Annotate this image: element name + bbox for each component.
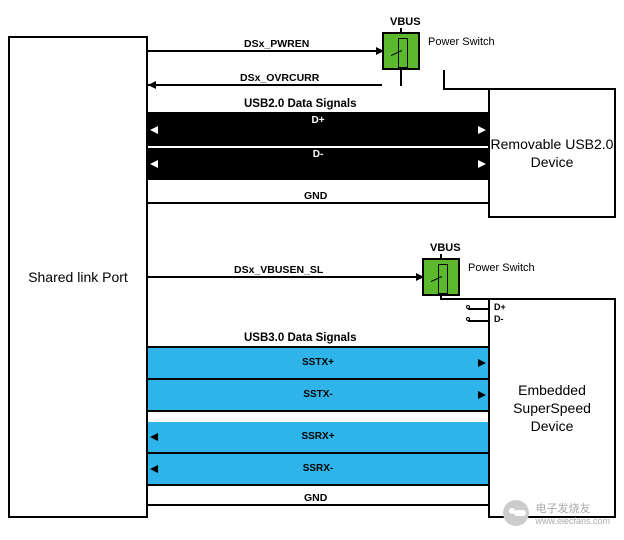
usb3-header: USB3.0 Data Signals	[244, 332, 356, 344]
ssrxm-arrow-l	[150, 465, 158, 473]
vbusen-arrow-r	[416, 273, 424, 281]
watermark-brand: 电子发烧友	[535, 500, 610, 516]
sep1	[148, 378, 488, 380]
vbusen-line	[148, 276, 422, 278]
usb2-dp-band: D+	[148, 114, 488, 146]
vbus-label-1: VBUS	[390, 16, 421, 28]
shared-link-port-block: Shared link Port	[8, 36, 148, 518]
ss-dm-dot	[466, 317, 470, 321]
usb2-gnd-line	[148, 202, 488, 204]
ovrcurr-stub-v	[400, 70, 402, 86]
ps2-to-device-h	[440, 298, 490, 300]
dp-arrow-l	[150, 126, 158, 134]
ss-dm-stub	[468, 320, 490, 322]
watermark: 电子发烧友 www.elecfans.com	[503, 500, 610, 526]
pwren-line	[148, 50, 382, 52]
power-switch-2	[422, 258, 460, 296]
switch-body-icon-2	[438, 264, 448, 294]
ovrcurr-label: DSx_OVRCURR	[240, 72, 319, 84]
ps1-to-device-h	[443, 88, 490, 90]
sstxp-band: SSTX+	[148, 348, 488, 378]
sstxm-label: SSTX-	[303, 389, 332, 400]
usb2-device-label: Removable USB2.0 Device	[491, 135, 614, 171]
pwren-label: DSx_PWREN	[244, 38, 309, 50]
power-switch-1	[382, 32, 420, 70]
pwren-arrow-r	[376, 47, 384, 55]
sstxm-arrow-r	[478, 391, 486, 399]
ss-dp-stub	[468, 308, 490, 310]
superspeed-device-block: Embedded SuperSpeed Device	[488, 298, 616, 518]
ps1-to-device-v	[443, 70, 445, 90]
ss-dm-label: D-	[494, 314, 504, 324]
sep4	[148, 484, 488, 486]
ss-device-label: Embedded SuperSpeed Device	[490, 381, 614, 436]
sep3	[148, 452, 488, 454]
ssrxm-label: SSRX-	[303, 463, 334, 474]
ssrxm-band: SSRX-	[148, 454, 488, 484]
watermark-logo-icon	[503, 500, 529, 526]
usb3-gnd-label: GND	[304, 492, 327, 504]
vbus-label-2: VBUS	[430, 242, 461, 254]
dm-arrow-l	[150, 160, 158, 168]
power-switch-label-1: Power Switch	[428, 36, 495, 48]
ovrcurr-arrow-l	[148, 81, 156, 89]
sep2	[148, 410, 488, 412]
ovrcurr-line	[148, 84, 382, 86]
dm-arrow-r	[478, 160, 486, 168]
usb2-gnd-label: GND	[304, 190, 327, 202]
sstxp-label: SSTX+	[302, 357, 334, 368]
ssrxp-band: SSRX+	[148, 422, 488, 452]
ssrxp-arrow-l	[150, 433, 158, 441]
usb-hub-diagram: Shared link Port Removable USB2.0 Device…	[8, 8, 616, 532]
dp-arrow-r	[478, 126, 486, 134]
shared-port-label: Shared link Port	[28, 268, 128, 286]
usb3-gnd-line	[148, 504, 488, 506]
power-switch-label-2: Power Switch	[468, 262, 535, 274]
sstxp-arrow-r	[478, 359, 486, 367]
watermark-url: www.elecfans.com	[535, 516, 610, 526]
dp-label: D+	[311, 115, 324, 126]
vbusen-label: DSx_VBUSEN_SL	[234, 264, 323, 276]
usb2-header: USB2.0 Data Signals	[244, 98, 356, 110]
sstxm-band: SSTX-	[148, 380, 488, 410]
ss-dp-label: D+	[494, 302, 506, 312]
ssrxp-label: SSRX+	[301, 431, 334, 442]
switch-body-icon	[398, 38, 408, 68]
usb2-dm-band: D-	[148, 148, 488, 180]
ss-dp-dot	[466, 305, 470, 309]
dm-label: D-	[313, 149, 324, 160]
usb2-device-block: Removable USB2.0 Device	[488, 88, 616, 218]
